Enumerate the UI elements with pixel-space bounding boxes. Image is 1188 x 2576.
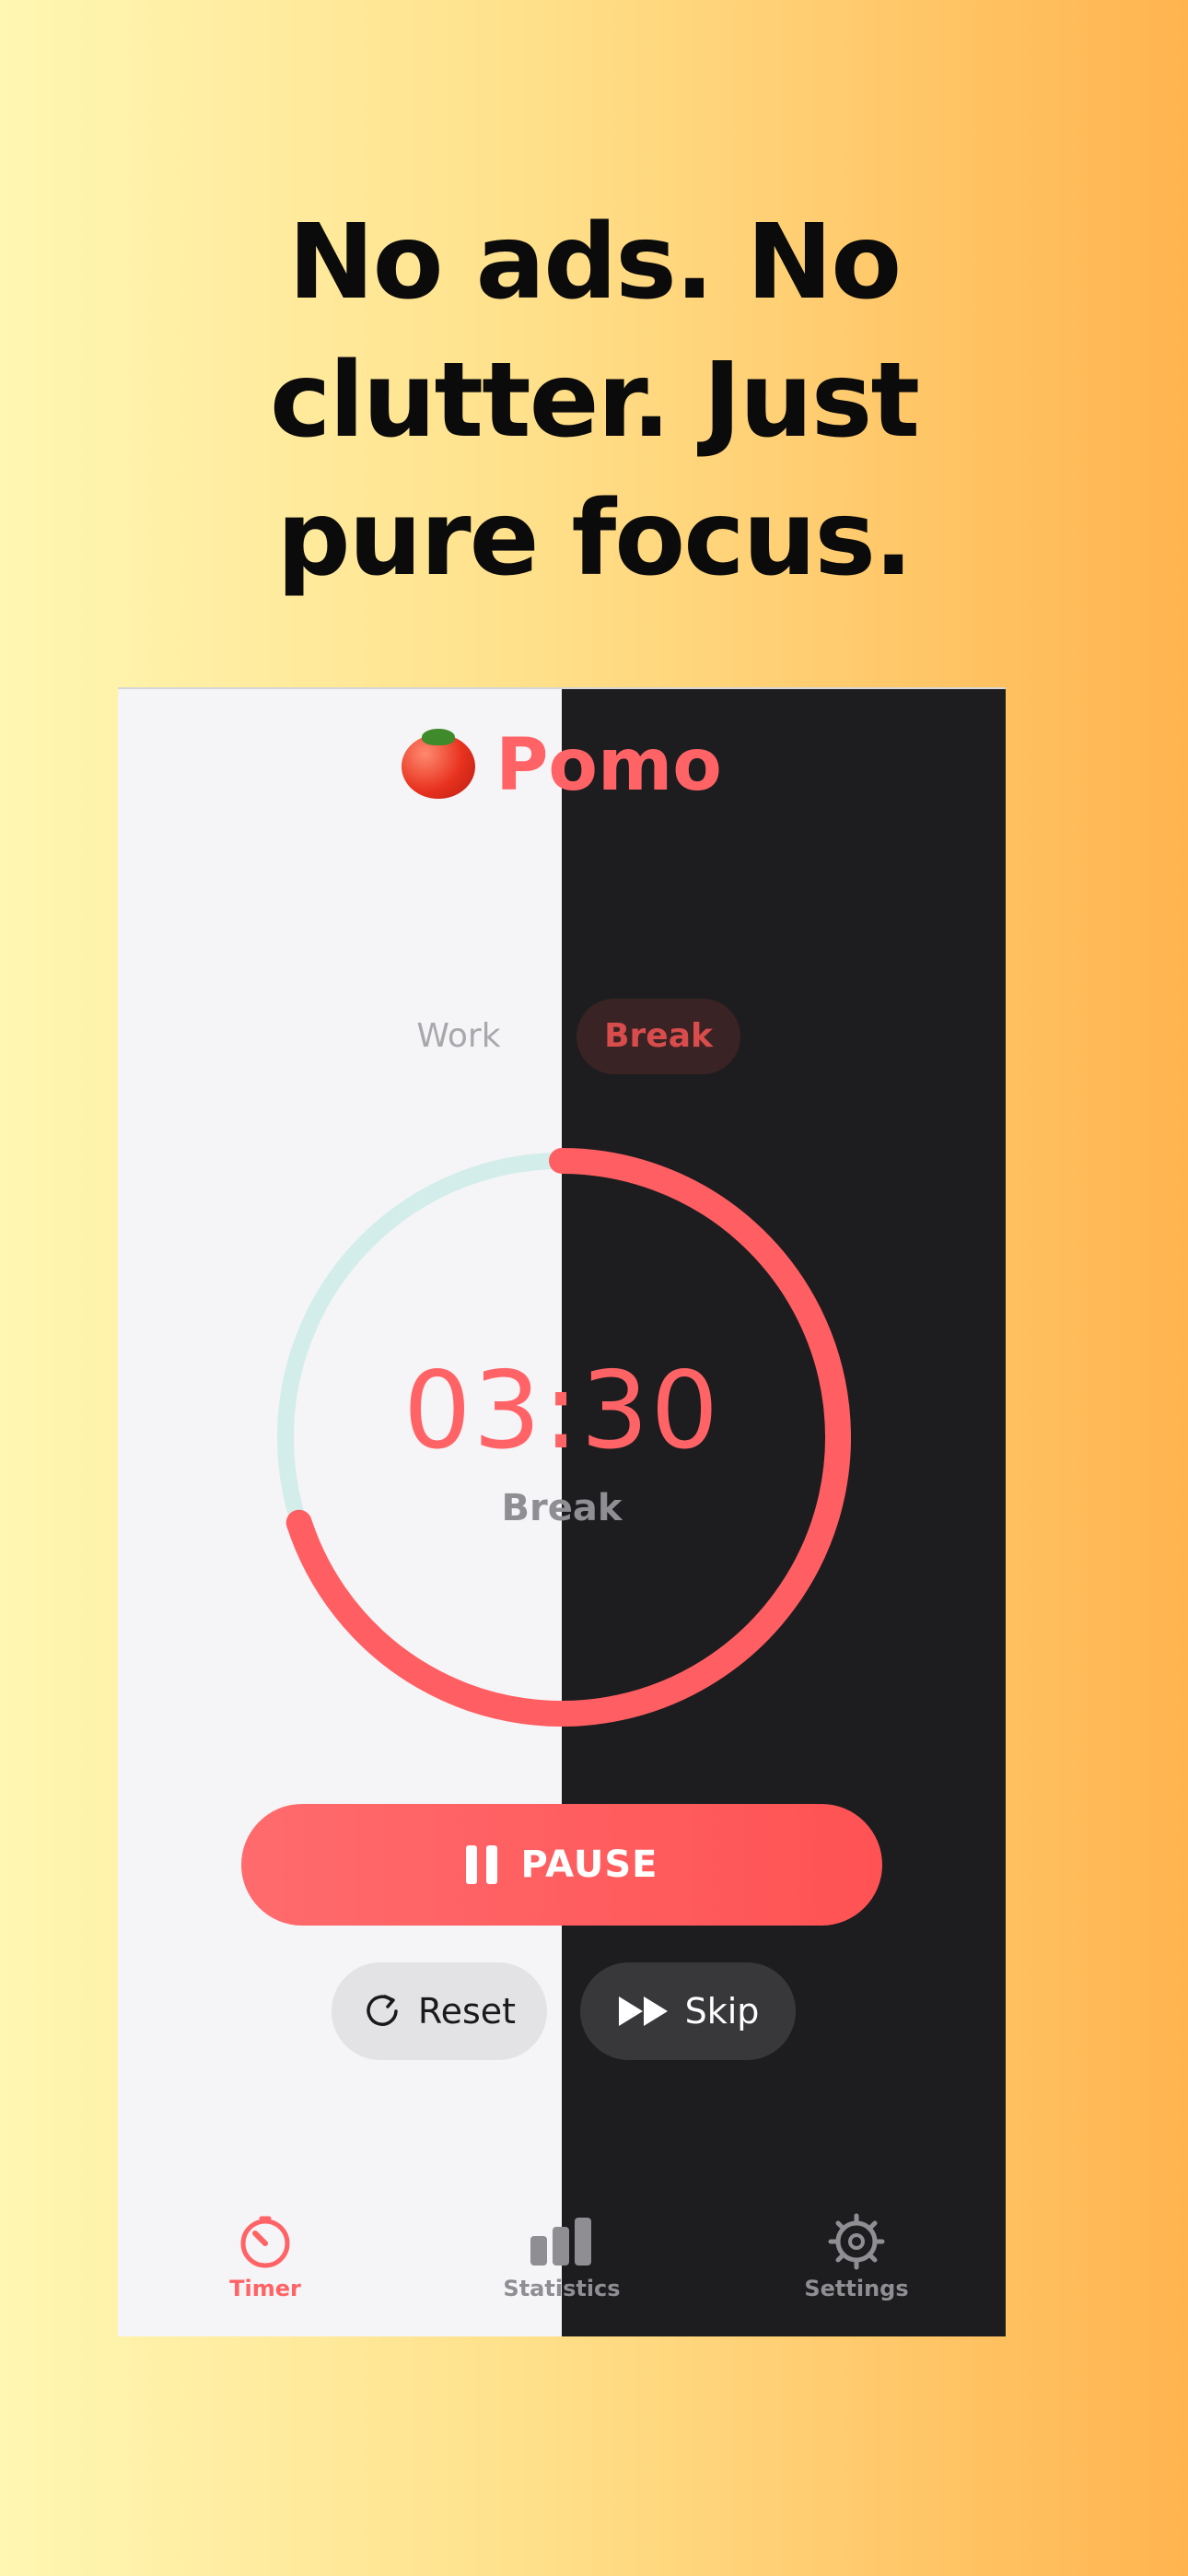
skip-button-label: Skip: [684, 1991, 760, 2032]
tab-settings-label: Settings: [804, 2276, 909, 2301]
pause-icon: [465, 1845, 497, 1884]
tab-settings[interactable]: Settings: [764, 2211, 949, 2301]
tab-statistics-label: Statistics: [503, 2276, 621, 2301]
headline-line: clutter. Just: [270, 341, 920, 461]
app-header: Pomo: [118, 724, 1006, 807]
mode-work-tab[interactable]: Work: [394, 999, 523, 1074]
tab-bar: Timer Statistics Settings: [118, 2211, 1006, 2331]
app-screenshot: Pomo Work Break 03:30 Break PAUSE Reset …: [118, 687, 1006, 2336]
pause-button-label: PAUSE: [520, 1844, 658, 1886]
tab-timer[interactable]: Timer: [173, 2211, 357, 2301]
app-title: Pomo: [495, 724, 722, 807]
bar-chart-icon: [530, 2218, 591, 2266]
reset-icon: [367, 1995, 398, 2026]
pause-button[interactable]: PAUSE: [241, 1804, 882, 1926]
tomato-icon: [402, 729, 476, 799]
tab-timer-label: Timer: [229, 2276, 301, 2301]
reset-button-label: Reset: [417, 1991, 517, 2032]
mode-break-tab[interactable]: Break: [577, 999, 740, 1074]
stopwatch-icon: [240, 2216, 290, 2268]
mode-switch: Work Break: [118, 999, 1006, 1074]
timer-display: 03:30: [402, 1349, 721, 1473]
promo-headline: No ads. No clutter. Just pure focus.: [0, 193, 1188, 608]
timer-mode-label: Break: [501, 1487, 623, 1529]
reset-button[interactable]: Reset: [332, 1962, 547, 2060]
headline-line: pure focus.: [276, 479, 913, 599]
skip-forward-icon: [618, 1996, 668, 2026]
tab-statistics[interactable]: Statistics: [470, 2211, 654, 2301]
gear-icon: [828, 2213, 885, 2270]
headline-line: No ads. No: [287, 203, 902, 322]
skip-button[interactable]: Skip: [580, 1962, 796, 2060]
top-divider: [118, 687, 1006, 689]
